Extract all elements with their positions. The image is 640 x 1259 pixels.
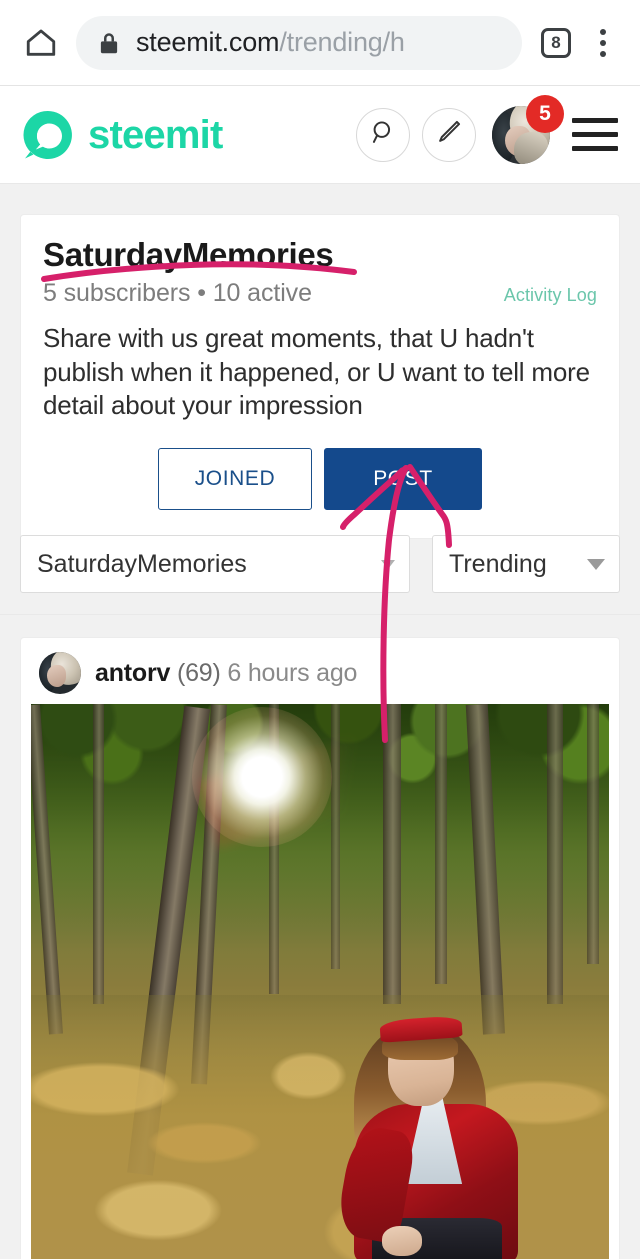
joined-button[interactable]: JOINED <box>158 448 312 511</box>
lock-icon <box>96 30 122 56</box>
home-button[interactable] <box>14 16 68 70</box>
avatar-hair-lower <box>514 131 548 164</box>
activity-log-link[interactable]: Activity Log <box>504 285 597 306</box>
site-header: steemit 5 <box>0 86 640 184</box>
tab-count-label: 8 <box>541 27 571 58</box>
person-hand <box>382 1226 423 1256</box>
url-text: steemit.com/trending/h <box>136 27 405 58</box>
chevron-down-icon <box>381 559 395 569</box>
sort-select[interactable]: Trending <box>432 535 620 593</box>
chevron-down-icon <box>587 558 605 570</box>
post-author-name[interactable]: antorv <box>95 659 170 687</box>
browser-menu-button[interactable] <box>580 18 626 68</box>
hamburger-line-2 <box>572 132 618 137</box>
person-in-red-coat <box>334 996 528 1259</box>
hamburger-line-1 <box>572 118 618 123</box>
steemit-wordmark: steemit <box>88 112 223 157</box>
community-card: SaturdayMemories 5 subscribers • 10 acti… <box>20 214 620 540</box>
filter-row: SaturdayMemories Trending <box>20 535 620 593</box>
browser-toolbar: steemit.com/trending/h 8 <box>0 0 640 86</box>
post-thumbnail-image[interactable] <box>31 704 609 1259</box>
hamburger-menu-icon[interactable] <box>572 118 618 151</box>
app-root: steemit.com/trending/h 8 steemit 5 Satur… <box>0 0 640 1259</box>
kebab-dot-2 <box>600 39 606 46</box>
hamburger-line-3 <box>572 146 618 151</box>
community-meta-row: 5 subscribers • 10 active Activity Log <box>43 279 597 308</box>
community-stats: 5 subscribers • 10 active <box>43 279 312 308</box>
sort-select-value: Trending <box>449 549 547 578</box>
home-icon <box>24 26 58 60</box>
tree-trunk <box>435 704 447 984</box>
steemit-logo-link[interactable]: steemit <box>22 109 223 161</box>
post-avatar-face <box>47 665 66 687</box>
pencil-icon <box>435 118 463 151</box>
header-actions: 5 <box>356 94 618 164</box>
sun-burst <box>192 706 333 847</box>
community-actions: JOINED POST <box>43 448 597 511</box>
tree-trunk <box>93 704 104 1004</box>
tab-switcher-button[interactable]: 8 <box>532 19 580 67</box>
kebab-dot-1 <box>600 28 606 35</box>
community-select[interactable]: SaturdayMemories <box>20 535 410 593</box>
community-select-value: SaturdayMemories <box>37 549 247 578</box>
tree-trunk <box>547 704 563 1004</box>
search-button[interactable] <box>356 107 410 162</box>
url-host: steemit.com <box>136 27 280 57</box>
post-card[interactable]: antorv (69) 6 hours ago <box>20 637 620 1259</box>
user-menu[interactable]: 5 <box>492 94 564 164</box>
address-bar[interactable]: steemit.com/trending/h <box>76 15 522 70</box>
url-path: /trending/h <box>279 27 405 57</box>
post-timestamp: 6 hours ago <box>227 658 358 687</box>
post-author-reputation: (69) <box>176 658 221 687</box>
steemit-logo-icon <box>22 109 74 161</box>
compose-button[interactable] <box>422 107 476 162</box>
tree-trunk <box>587 704 599 964</box>
section-divider <box>0 614 640 615</box>
community-description: Share with us great moments, that U hadn… <box>43 323 590 420</box>
community-title: SaturdayMemories <box>43 236 334 273</box>
search-icon <box>369 118 397 151</box>
post-byline: antorv (69) 6 hours ago <box>95 658 358 687</box>
kebab-dot-3 <box>600 50 606 57</box>
post-button[interactable]: POST <box>324 448 482 511</box>
post-author-avatar[interactable] <box>39 652 81 694</box>
notification-badge[interactable]: 5 <box>526 94 564 133</box>
post-header: antorv (69) 6 hours ago <box>21 638 619 704</box>
